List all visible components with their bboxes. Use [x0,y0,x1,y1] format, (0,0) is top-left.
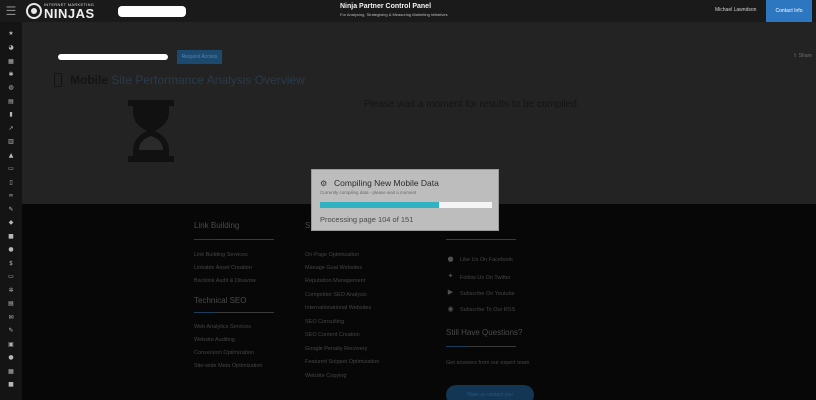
keyboard-icon[interactable]: ▦ [0,365,22,378]
footer-link[interactable]: On-Page Optimization [305,252,359,258]
video-icon[interactable]: ■ [0,230,22,243]
footer-link[interactable]: Link Building Services [194,252,248,258]
dollar-icon[interactable]: $ [0,257,22,270]
footer-link[interactable]: Reputation Management [305,278,365,284]
page-title-rest: Site Performance Analysis Overview [108,73,305,87]
camera-icon[interactable]: ■ [0,378,22,391]
modal-title: Compiling New Mobile Data [334,178,439,188]
logo-mark [26,3,42,19]
puzzle-icon[interactable]: ✱ [0,68,22,81]
menu-toggle-icon[interactable]: ☰ [0,0,22,22]
footer-link[interactable]: SEO Consulting [305,319,344,325]
footer-link[interactable]: Featured Snippet Optimization [305,359,379,365]
footer-heading-technical-seo: Technical SEO [194,296,247,305]
chat-icon[interactable]: ● [0,243,22,256]
page-title-bold: Mobile [70,73,108,87]
divider [446,239,516,240]
mobile-icon[interactable]: ▯ [0,176,22,189]
pages-icon[interactable]: ▥ [0,135,22,148]
request-access-button[interactable]: Request Access [177,50,222,64]
footer-heading-questions: Still Have Questions? [446,328,523,337]
road-icon[interactable]: ▲ [0,149,22,162]
user-name[interactable]: Michael Lawndson [715,7,756,13]
youtube-icon[interactable]: ▶ [446,288,455,297]
facebook-icon[interactable]: ● [446,255,455,264]
panel-title: Ninja Partner Control Panel [340,3,432,10]
line-chart-icon[interactable]: ↗ [0,122,22,135]
footer-link[interactable]: Conversion Optimization [194,350,254,356]
footer-link[interactable]: Linkable Asset Creation [194,265,252,271]
pencil-icon[interactable]: ✎ [0,203,22,216]
rss-icon[interactable]: ◉ [446,305,455,314]
contact-us-button[interactable]: Have us contact you [446,385,534,400]
footer-link[interactable]: Site-wide Meta Optimization [194,363,262,369]
file-icon[interactable]: ▭ [0,270,22,283]
footer-link[interactable]: Website Auditing [194,337,235,343]
divider-accent [446,346,468,347]
divider-accent [194,239,216,240]
calendar-icon[interactable]: ▦ [0,55,22,68]
lock-icon[interactable]: ▣ [0,338,22,351]
wait-message: Please wait a moment for results to be c… [364,99,577,110]
footer-link[interactable]: Google Penalty Recovery [305,346,367,352]
footer-heading-seo: S [305,221,311,230]
footer-link[interactable]: Manage Goal Websites [305,265,362,271]
document-icon[interactable]: ▤ [0,297,22,310]
palette-icon[interactable]: ◍ [0,81,22,94]
company-logo[interactable]: INTERNET MARKETING NINJAS [26,2,95,20]
footer-link[interactable]: Website Copying [305,373,346,379]
star-icon[interactable]: ★ [0,27,22,40]
sidebar: ★ ◕ ▦ ✱ ◍ ▤ ▮ ↗ ▥ ▲ ▭ ▯ ∞ ✎ ◆ ■ ● $ ▭ ✲ ▤ ✉ ✎ ▣ ● ▦ ■ [0,22,22,400]
modal-subtitle: Currently compiling data - please wait a… [320,190,417,195]
footer-link[interactable]: SEO Content Creation [305,332,360,338]
edit-icon[interactable]: ✎ [0,324,22,337]
footer-link[interactable]: Competitor SEO Analysis [305,292,367,298]
contact-info-button[interactable]: Contact Info [766,0,812,22]
gears-icon: ⚙ [320,178,328,188]
redacted-block [118,6,186,17]
footer-link[interactable]: Web Analytics Services [194,324,251,330]
footer-social-link[interactable]: Follow Us On Twitter [460,275,511,281]
loading-modal: ⚙ Compiling New Mobile Data Currently co… [311,169,499,231]
progress-bar [320,202,492,208]
redacted-block [58,54,168,60]
footer-link[interactable]: Backlink Audit & Disavow [194,278,256,284]
footer-social-link[interactable]: Subscribe To Our RSS [460,307,515,313]
footer: Link Building Link Building Services Lin… [22,204,816,400]
bar-chart-icon[interactable]: ▮ [0,108,22,121]
page-title: Mobile Site Performance Analysis Overvie… [70,73,305,87]
settings-icon[interactable]: ✲ [0,284,22,297]
progress-status: Processing page 104 of 151 [320,215,414,224]
footer-social-link[interactable]: Subscribe On Youtube [460,291,515,297]
hourglass-icon [128,100,174,162]
share-button[interactable]: ⇪ Share [793,53,812,59]
share-label: Share [798,53,812,59]
top-bar: ☰ INTERNET MARKETING NINJAS Ninja Partne… [0,0,816,22]
questions-text: Get answers from our expert team [446,360,530,366]
info-icon[interactable]: ● [0,351,22,364]
twitter-icon[interactable]: ✦ [446,272,455,281]
tag-icon[interactable]: ◆ [0,216,22,229]
link-icon[interactable]: ∞ [0,189,22,202]
laptop-icon[interactable]: ▭ [0,162,22,175]
logo-wordmark: NINJAS [44,5,95,21]
footer-heading-link-building: Link Building [194,221,240,230]
map-icon[interactable]: ▤ [0,95,22,108]
mobile-icon [54,73,62,87]
footer-social-link[interactable]: Like Us On Facebook [460,257,513,263]
panel-subtitle: For Analysing, Strategising & Measuring … [340,12,448,17]
divider-accent [194,312,216,313]
progress-bar-fill [320,202,439,208]
dashboard-icon[interactable]: ◕ [0,41,22,54]
footer-link[interactable]: Internationational Websites [305,305,371,311]
mail-icon[interactable]: ✉ [0,311,22,324]
